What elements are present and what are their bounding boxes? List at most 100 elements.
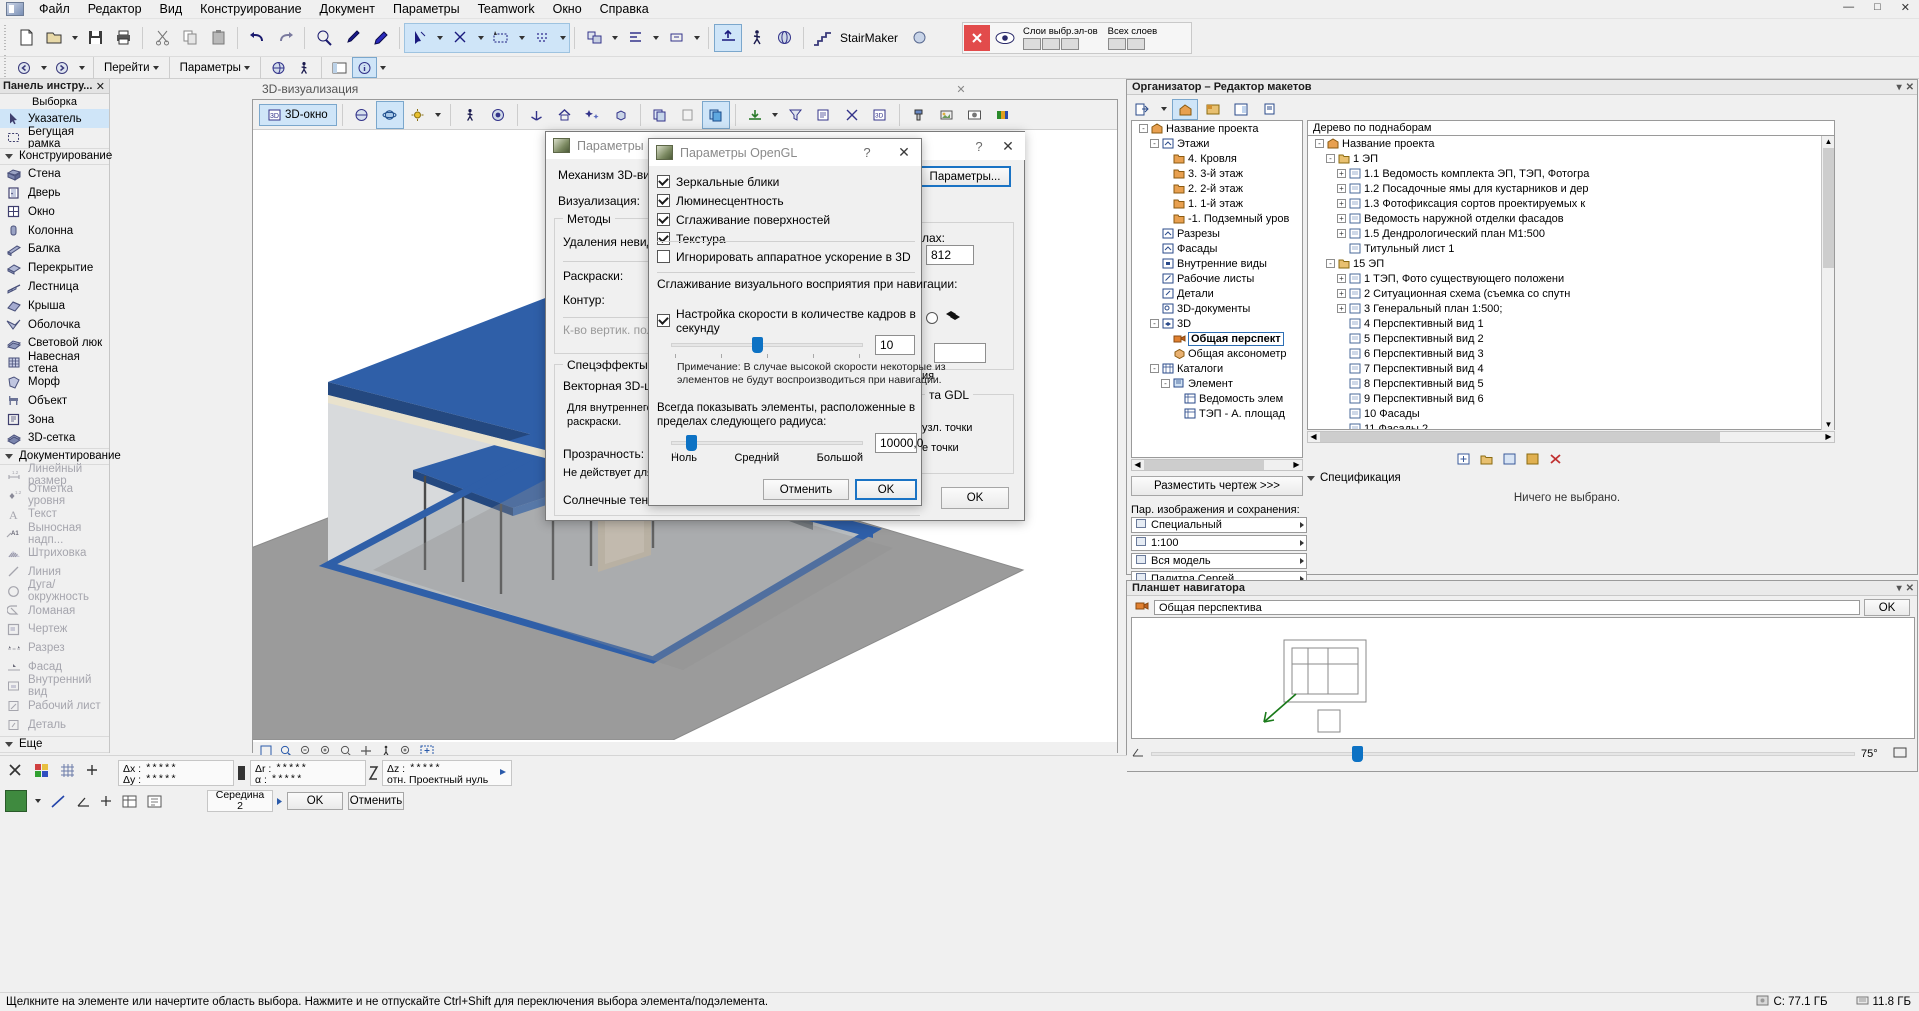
vp-list-icon[interactable]: [811, 102, 837, 128]
tree-row[interactable]: 5 Перспективный вид 2: [1308, 331, 1834, 346]
tree-row[interactable]: 10 Фасады: [1308, 406, 1834, 421]
minimize-button[interactable]: —: [1838, 1, 1859, 14]
vp-axes-icon[interactable]: [524, 102, 550, 128]
checkbox-ignore-hardware[interactable]: Игнорировать аппаратное ускорение в 3D: [657, 247, 911, 266]
tree-row[interactable]: Ведомость элем: [1132, 391, 1302, 406]
tool-detail[interactable]: Деталь: [0, 715, 109, 734]
tracker-palette-icon[interactable]: [31, 760, 51, 780]
tree-row[interactable]: -1 ЭП: [1308, 151, 1834, 166]
maximize-button[interactable]: □: [1869, 1, 1886, 14]
align-dropdown[interactable]: [649, 25, 662, 51]
3d-window-button[interactable]: 3D 3D-окно: [259, 104, 337, 126]
tree-row[interactable]: 8 Перспективный вид 5: [1308, 376, 1834, 391]
stretch-dropdown[interactable]: [690, 25, 703, 51]
checkbox-texture[interactable]: Текстура: [657, 229, 915, 248]
document-tab-label[interactable]: 3D-визуализация: [252, 82, 368, 96]
infobox-toggle-icon[interactable]: [353, 58, 376, 77]
tool-label[interactable]: A1 Выносная надп...: [0, 524, 109, 544]
nav-back-icon[interactable]: [13, 58, 36, 77]
person-walk-icon[interactable]: [292, 58, 315, 77]
tree-row[interactable]: +1.2 Посадочные ямы для кустарников и де…: [1308, 181, 1834, 196]
organizer-setting-combo[interactable]: 1:100: [1131, 535, 1307, 551]
tracker-ok-button[interactable]: OK: [287, 792, 343, 810]
radius-slider-thumb[interactable]: [686, 435, 697, 451]
navigator-slider-right-icon[interactable]: [1893, 747, 1911, 761]
tool-marquee[interactable]: Бегущая рамка: [0, 128, 109, 148]
tracker-delta-ra[interactable]: Δr : ***** α : *****: [250, 760, 366, 786]
opengl-cancel-button[interactable]: Отменить: [763, 479, 849, 500]
collapse-icon[interactable]: -: [1150, 139, 1159, 148]
organizer-right-vscroll[interactable]: ▲ ▼: [1821, 136, 1834, 430]
stairmaker-ball-icon[interactable]: [906, 25, 932, 51]
tool-object[interactable]: Объект: [0, 392, 109, 411]
status-table-icon[interactable]: [119, 791, 139, 811]
new-subset-icon[interactable]: [1477, 450, 1495, 468]
all-layer-btn-1[interactable]: [1108, 38, 1126, 50]
arrow-select-icon[interactable]: [406, 25, 432, 51]
menu-file[interactable]: Файл: [30, 0, 79, 18]
group-dropdown[interactable]: [608, 25, 621, 51]
organizer-close-icon[interactable]: ✕: [1906, 82, 1914, 93]
tool-arc-circle[interactable]: Дуга/окружность: [0, 581, 109, 601]
expand-icon[interactable]: +: [1337, 169, 1346, 178]
tracker-middle-field[interactable]: Середина 2: [207, 790, 273, 812]
status-line-icon[interactable]: [48, 791, 68, 811]
tracker-add-icon[interactable]: [83, 761, 101, 779]
cut-icon[interactable]: [149, 25, 175, 51]
organizer-right-hscroll[interactable]: ◀ ▶: [1307, 431, 1835, 443]
tracker-z-icon[interactable]: [366, 760, 380, 786]
stairmaker-icon[interactable]: [810, 25, 836, 51]
navigator-ok-button[interactable]: OK: [1864, 599, 1910, 616]
vp-filter-icon[interactable]: [783, 102, 809, 128]
dialog-3d-close-icon-2[interactable]: ✕: [991, 138, 1025, 155]
navigator-view-name-field[interactable]: Общая перспектива: [1154, 600, 1860, 615]
vp-camera-icon[interactable]: [485, 102, 511, 128]
tree-row[interactable]: -Каталоги: [1132, 361, 1302, 376]
tree-row[interactable]: +1.1 Ведомость комплекта ЭП, ТЭП, Фотогр…: [1308, 166, 1834, 181]
expand-icon[interactable]: +: [1337, 274, 1346, 283]
navigator-minimize-icon[interactable]: ▾: [1897, 583, 1902, 594]
navigator-slider-left-icon[interactable]: [1131, 747, 1145, 761]
tree-row[interactable]: +3 Генеральный план 1:500;: [1308, 301, 1834, 316]
organizer-export-icon[interactable]: [1130, 100, 1154, 119]
collapse-icon[interactable]: -: [1150, 364, 1159, 373]
tracker-middle-dropdown[interactable]: [273, 794, 285, 808]
tree-row[interactable]: 2. 2-й этаж: [1132, 181, 1302, 196]
navigator-close-icon[interactable]: ✕: [1906, 583, 1914, 594]
align-icon[interactable]: [622, 25, 648, 51]
tool-morph[interactable]: Морф: [0, 373, 109, 392]
smoothing-input[interactable]: [934, 343, 986, 363]
fps-slider-thumb[interactable]: [752, 337, 763, 353]
tree-row[interactable]: 3D-документы: [1132, 301, 1302, 316]
tree-row[interactable]: Разрезы: [1132, 226, 1302, 241]
tree-row[interactable]: 1. 1-й этаж: [1132, 196, 1302, 211]
infobox-dropdown[interactable]: [377, 55, 390, 81]
tree-row[interactable]: 6 Перспективный вид 3: [1308, 346, 1834, 361]
toolbar-grip[interactable]: [2, 25, 10, 51]
menu-teamwork[interactable]: Teamwork: [469, 0, 544, 18]
radius-slider[interactable]: [671, 435, 863, 451]
opengl-ok-button[interactable]: OK: [855, 479, 917, 500]
new-file-icon[interactable]: [13, 25, 39, 51]
eyedropper-icon[interactable]: [339, 25, 365, 51]
fps-input[interactable]: 10: [875, 335, 915, 355]
open-file-icon[interactable]: [41, 25, 67, 51]
all-layer-btn-2[interactable]: [1127, 38, 1145, 50]
dialog-opengl-close-icon[interactable]: ✕: [887, 144, 921, 161]
vp-photo-icon[interactable]: [962, 102, 988, 128]
tree-row[interactable]: ТЭП - А. площад: [1132, 406, 1302, 421]
tool-stair[interactable]: Лестница: [0, 278, 109, 297]
new-masterlayout-icon[interactable]: [1500, 450, 1518, 468]
tool-door[interactable]: Дверь: [0, 184, 109, 203]
expand-icon[interactable]: +: [1337, 199, 1346, 208]
tool-shell[interactable]: Оболочка: [0, 315, 109, 334]
vp-sun-dropdown[interactable]: [432, 102, 445, 128]
tool-zone[interactable]: Зона: [0, 410, 109, 429]
menu-edit[interactable]: Редактор: [79, 0, 151, 18]
status-green-dropdown[interactable]: [31, 788, 44, 814]
expand-icon[interactable]: +: [1337, 304, 1346, 313]
toolbox-close-icon[interactable]: ✕: [96, 80, 109, 93]
tree-row[interactable]: Детали: [1132, 286, 1302, 301]
vp-copy3-icon[interactable]: [703, 102, 729, 128]
tracker-xy-swap-icon[interactable]: [234, 760, 248, 786]
